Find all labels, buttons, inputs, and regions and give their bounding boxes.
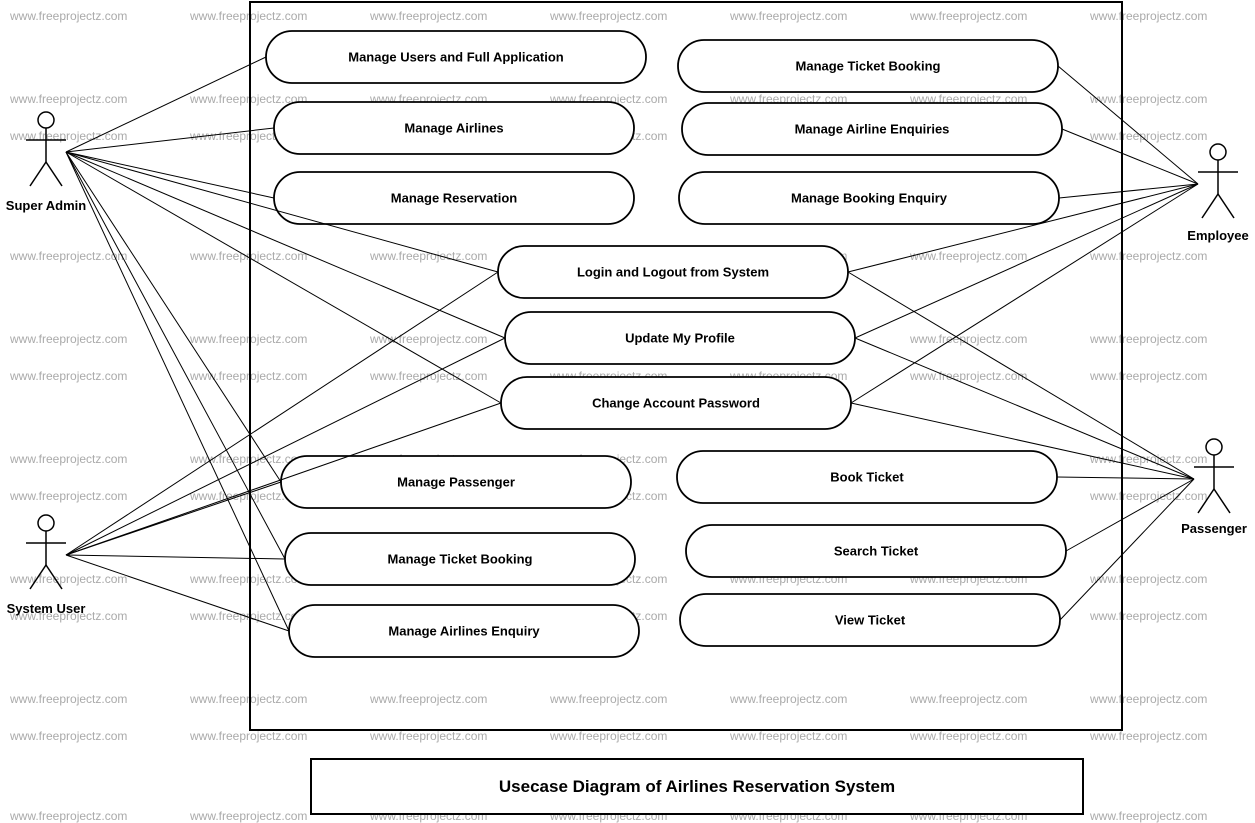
actor-label-employee: Employee	[1187, 228, 1248, 243]
actor-label-system-user: System User	[7, 601, 86, 616]
usecase-label: View Ticket	[835, 613, 905, 628]
usecase-label: Search Ticket	[834, 544, 918, 559]
usecase-label: Change Account Password	[592, 396, 760, 411]
actor-label-passenger: Passenger	[1181, 521, 1247, 536]
usecase-label: Manage Airline Enquiries	[795, 122, 950, 137]
usecase-label: Update My Profile	[625, 331, 735, 346]
usecase-label: Manage Airlines Enquiry	[388, 624, 539, 639]
diagram-title-box: Usecase Diagram of Airlines Reservation …	[310, 758, 1084, 815]
diagram-title: Usecase Diagram of Airlines Reservation …	[499, 777, 895, 797]
usecase-label: Manage Ticket Booking	[796, 59, 941, 74]
usecase-label: Manage Ticket Booking	[388, 552, 533, 567]
usecase-label: Login and Logout from System	[577, 265, 769, 280]
usecase-label: Manage Users and Full Application	[348, 50, 564, 65]
actor-label-super-admin: Super Admin	[6, 198, 86, 213]
usecase-label: Manage Booking Enquiry	[791, 191, 947, 206]
usecase-label: Manage Airlines	[404, 121, 503, 136]
usecase-label: Book Ticket	[830, 470, 903, 485]
usecase-label: Manage Reservation	[391, 191, 517, 206]
usecase-label: Manage Passenger	[397, 475, 515, 490]
